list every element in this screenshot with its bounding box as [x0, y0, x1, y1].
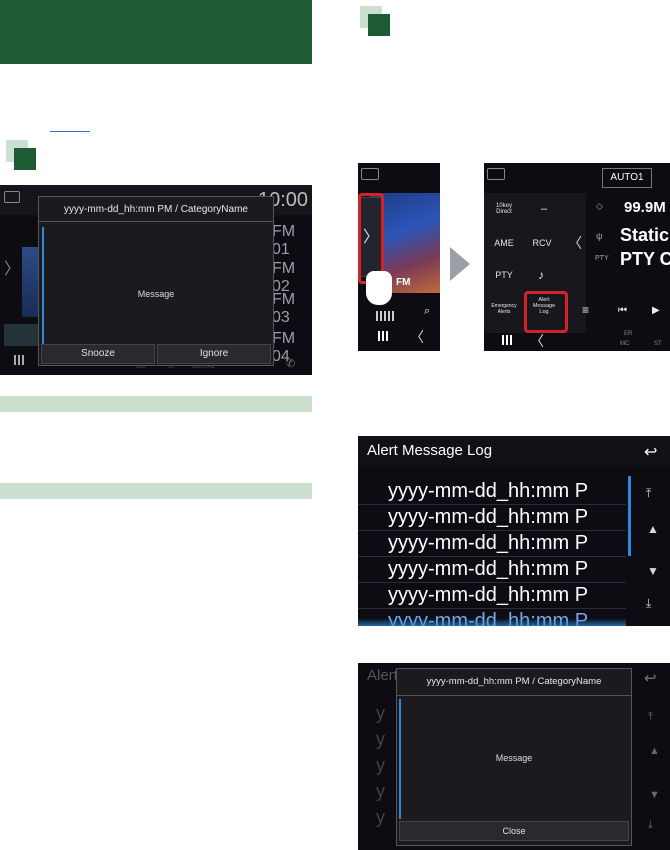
back-chevron-icon[interactable]: 〈 — [410, 327, 424, 347]
seek-back-icon[interactable]: ⏮ — [618, 305, 627, 316]
bottom-st: ST — [654, 341, 662, 347]
pty-label: PTY — [595, 255, 609, 262]
close-button[interactable]: Close — [399, 821, 629, 841]
source-screen: 〉 FM ⌕ 〈 — [358, 163, 440, 351]
seek-forward-icon[interactable]: ▶ — [652, 305, 660, 316]
emergency-alerts-tile[interactable]: Emergency Alerts — [486, 303, 522, 315]
station-name: Static — [620, 225, 670, 245]
antenna-icon: ψ — [596, 231, 603, 241]
log-item[interactable]: yyyy-mm-dd_hh:mm P — [388, 532, 588, 555]
detail-dialog-message: Message — [495, 753, 533, 763]
detail-dialog: yyyy-mm-dd_hh:mm PM / CategoryName Messa… — [396, 668, 632, 846]
detail-dialog-title: yyyy-mm-dd_hh:mm PM / CategoryName — [426, 676, 602, 687]
back-chevron-icon[interactable]: 〈 — [530, 331, 544, 351]
source-icon — [361, 168, 379, 180]
snooze-button[interactable]: Snooze — [41, 344, 155, 364]
source-icon — [4, 191, 20, 203]
scroll-up-icon[interactable]: ▲ — [647, 522, 659, 536]
rcv-tile[interactable]: RCV — [528, 238, 556, 248]
band-label: FM — [396, 277, 411, 288]
equalizer-icon — [376, 311, 394, 321]
tile-menu-screen: AUTO1 10key Direct – AME RCV 〈 PTY ♪ Eme… — [484, 163, 670, 351]
step-number-badge — [368, 14, 390, 36]
phone-icon: ✆ — [286, 358, 296, 370]
ignore-button[interactable]: Ignore — [157, 344, 271, 364]
section-header-bar — [0, 0, 312, 64]
grid-icon[interactable] — [502, 335, 512, 345]
info-bar — [0, 396, 312, 412]
log-item[interactable]: yyyy-mm-dd_hh:mm P — [388, 506, 588, 529]
scroll-down-icon[interactable]: ▼ — [647, 564, 659, 578]
next-arrow-icon — [450, 247, 470, 281]
info-bar — [0, 483, 312, 499]
ame-tile[interactable]: AME — [490, 238, 518, 248]
log-item[interactable]: yyyy-mm-dd_hh:mm P — [388, 558, 588, 581]
return-icon[interactable]: ↩ — [644, 669, 657, 687]
chevron-right-icon: 〉 — [4, 261, 21, 278]
collapse-chevron-icon[interactable]: 〈 — [568, 233, 582, 253]
equalizer-icon — [4, 324, 38, 346]
log-item[interactable]: yyyy-mm-dd_hh:mm P — [388, 584, 588, 607]
scroll-bottom-icon[interactable]: ⤓ — [646, 596, 651, 611]
search-icon[interactable]: ⌕ — [424, 305, 430, 318]
grid-icon[interactable] — [378, 331, 388, 341]
bottom-mc: MC — [620, 341, 630, 347]
grid-icon — [14, 355, 24, 365]
bg-station-3: FM 03 — [272, 291, 296, 326]
alert-dialog-message: Message — [137, 289, 175, 299]
alert-detail-screen: Alert Message Log ↩ y y y y y ⤒ ▲ ▼ ⤓ yy… — [358, 663, 670, 850]
highlight-frame — [524, 291, 568, 333]
log-title: Alert Message Log — [367, 442, 493, 459]
alert-dialog: yyyy-mm-dd_hh:mm PM / CategoryName Messa… — [38, 196, 274, 366]
bottom-er: ER — [624, 331, 633, 337]
frequency: 99.9M — [624, 199, 666, 216]
scroll-top-icon[interactable]: ⤒ — [646, 486, 651, 501]
pty-value: PTY C — [620, 249, 670, 269]
hand-pointer-icon — [366, 271, 392, 305]
step-number-badge — [14, 148, 36, 170]
signal-icon: ◇ — [596, 201, 603, 211]
alert-log-screen: Alert Message Log ↩ yyyy-mm-dd_hh:mm P y… — [358, 436, 670, 626]
log-item[interactable]: yyyy-mm-dd_hh:mm P — [388, 480, 588, 503]
pty-tile[interactable]: PTY — [490, 270, 518, 280]
source-icon — [487, 168, 505, 180]
page-link[interactable] — [50, 131, 90, 132]
alert-dialog-title: yyyy-mm-dd_hh:mm PM / CategoryName — [64, 204, 248, 215]
scrollbar[interactable] — [628, 476, 631, 556]
bg-station-1: FM 01 — [272, 223, 296, 258]
settings-icon[interactable]: ♪ — [538, 268, 544, 282]
return-icon[interactable]: ↩ — [644, 442, 657, 462]
minus-tile[interactable]: – — [534, 203, 554, 215]
alert-popup-screen: 10:00 〉 FM 01 FM 02 FM 03 FM 04 MC ST DI… — [0, 185, 312, 375]
auto-button[interactable]: AUTO1 — [602, 168, 652, 188]
scroll-indicator — [42, 227, 44, 347]
direct-tile[interactable]: 10key Direct — [488, 203, 520, 215]
list-icon[interactable]: ≡ — [582, 303, 589, 317]
